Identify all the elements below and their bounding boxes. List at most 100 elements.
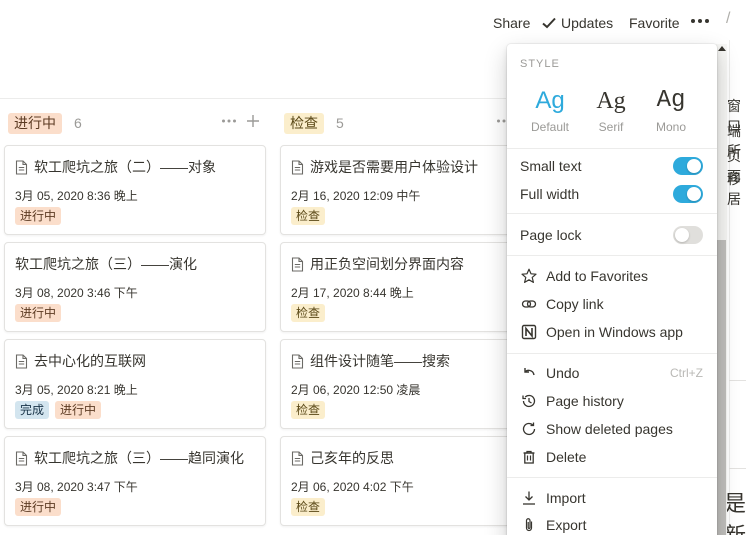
import-item[interactable]: Import (507, 484, 717, 512)
more-icon (222, 119, 236, 123)
star-icon (520, 267, 538, 285)
show-deleted-pages-item[interactable]: Show deleted pages (507, 415, 717, 443)
style-preview: Ag (656, 87, 686, 114)
column-count: 6 (74, 115, 82, 131)
status-tag: 检查 (291, 304, 326, 322)
column-header-review[interactable]: 检查 5 (284, 112, 344, 134)
status-tag: 进行中 (15, 304, 62, 322)
edge-divider: / (726, 10, 731, 27)
page-icon (291, 159, 304, 175)
card-tags: 进行中 (15, 304, 62, 322)
column-header-in-progress[interactable]: 进行中 6 (8, 112, 82, 134)
board-card[interactable]: 软工爬坑之旅（三）——趋同演化 3月 08, 2020 3:47 下午 进行中 (4, 436, 266, 526)
board-card[interactable]: 用正负空间划分界面内容 2月 17, 2020 8:44 晚上检查 (280, 242, 542, 332)
undo-item[interactable]: Undo Ctrl+Z (507, 359, 717, 387)
page-history-label: Page history (546, 393, 624, 409)
column-more-button[interactable] (221, 113, 237, 134)
trash-icon (520, 448, 538, 466)
card-date: 2月 17, 2020 8:44 晚上 (291, 286, 414, 300)
top-bar: Share Updates Favorite / (0, 0, 746, 44)
card-title: 软工爬坑之旅（三）——趋同演化 (15, 448, 244, 468)
style-option-default[interactable]: Ag Default (520, 84, 580, 134)
page-options-menu: STYLE Ag Default Ag Serif Ag Mono Small … (507, 44, 717, 535)
card-title: 游戏是否需要用户体验设计 (291, 157, 478, 177)
card-date: 3月 08, 2020 3:46 下午 (15, 286, 138, 300)
header-divider (0, 98, 506, 99)
copy-link-item[interactable]: Copy link (507, 290, 717, 318)
column-tag: 进行中 (8, 112, 62, 134)
card-date: 2月 16, 2020 12:09 中午 (291, 189, 421, 203)
style-section-title: STYLE (520, 58, 560, 70)
updates-label: Updates (561, 15, 614, 31)
card-title: 软工爬坑之旅（三）——演化 (15, 254, 197, 274)
style-preview: Ag (596, 88, 626, 114)
page-lock-toggle-row[interactable]: Page lock (507, 221, 717, 249)
card-date: 3月 05, 2020 8:21 晚上 (15, 383, 138, 397)
share-button[interactable]: Share (493, 13, 530, 33)
status-tag: 检查 (291, 207, 326, 225)
card-tags: 进行中 (15, 207, 62, 225)
menu-divider (507, 477, 717, 478)
history-icon (520, 392, 538, 410)
board-card[interactable]: 软工爬坑之旅（二）——对象 3月 05, 2020 8:36 晚上 进行中 (4, 145, 266, 235)
card-tags: 检查 (291, 304, 326, 322)
style-option-mono[interactable]: Ag Mono (641, 84, 701, 134)
menu-divider (507, 255, 717, 256)
page-lock-toggle[interactable] (673, 226, 703, 244)
more-icon (691, 19, 709, 23)
show-deleted-pages-label: Show deleted pages (546, 421, 673, 437)
full-width-toggle[interactable] (673, 185, 703, 203)
style-label: Mono (655, 120, 687, 134)
scroll-up-arrow-icon[interactable] (718, 46, 726, 51)
board-card[interactable]: 组件设计随笔——搜索 2月 06, 2020 12:50 凌晨 检查 (280, 339, 542, 429)
status-tag: 进行中 (55, 401, 102, 419)
full-width-label: Full width (520, 186, 580, 202)
column-add-button[interactable] (245, 113, 261, 134)
style-option-serif[interactable]: Ag Serif (581, 84, 641, 134)
edge-heading: 是新 (724, 491, 746, 535)
card-title-text: 软工爬坑之旅（三）——趋同演化 (34, 450, 244, 466)
page-icon (291, 256, 304, 272)
more-options-button[interactable] (690, 11, 710, 31)
page-icon (291, 353, 304, 369)
page-icon (15, 353, 28, 369)
card-title: 己亥年的反思 (291, 448, 394, 468)
edge-text: 移居 (727, 171, 741, 207)
scroll-thumb[interactable] (717, 240, 726, 535)
check-icon (542, 17, 556, 29)
favorite-button[interactable]: Favorite (629, 13, 680, 33)
card-title: 用正负空间划分界面内容 (291, 254, 464, 274)
board-card[interactable]: 游戏是否需要用户体验设计 2月 16, 2020 12:09 中午检查 (280, 145, 542, 235)
card-title: 组件设计随笔——搜索 (291, 351, 450, 371)
full-width-toggle-row[interactable]: Full width (507, 180, 717, 208)
page-icon (15, 159, 28, 175)
board-card[interactable]: 去中心化的互联网 3月 05, 2020 8:21 晚上 完成 进行中 (4, 339, 266, 429)
card-tags: 检查 (291, 401, 326, 419)
add-to-favorites-item[interactable]: Add to Favorites (507, 262, 717, 290)
card-tags: 检查 (291, 498, 326, 516)
updates-button[interactable]: Updates (542, 13, 613, 33)
card-title: 去中心化的互联网 (15, 351, 146, 371)
card-tags: 检查 (291, 207, 326, 225)
export-item[interactable]: Export (507, 511, 717, 535)
open-in-windows-app-item[interactable]: Open in Windows app (507, 318, 717, 346)
card-title-text: 组件设计随笔——搜索 (310, 353, 450, 369)
style-label: Default (530, 120, 570, 134)
status-tag: 进行中 (15, 207, 62, 225)
board-card[interactable]: 软工爬坑之旅（三）——演化 3月 08, 2020 3:46 下午进行中 (4, 242, 266, 332)
page-icon (15, 450, 28, 466)
delete-label: Delete (546, 449, 587, 465)
small-text-toggle-row[interactable]: Small text (507, 152, 717, 180)
status-tag: 检查 (291, 498, 326, 516)
board-card[interactable]: 己亥年的反思 2月 06, 2020 4:02 下午 检查 (280, 436, 542, 526)
card-title-text: 用正负空间划分界面内容 (310, 256, 464, 272)
delete-item[interactable]: Delete (507, 443, 717, 471)
menu-divider (507, 213, 717, 214)
page-history-item[interactable]: Page history (507, 387, 717, 415)
page-icon (291, 450, 304, 466)
menu-divider (507, 148, 717, 149)
edge-line (729, 468, 746, 469)
open-in-windows-app-label: Open in Windows app (546, 324, 683, 340)
small-text-toggle[interactable] (673, 157, 703, 175)
status-tag: 进行中 (15, 498, 62, 516)
